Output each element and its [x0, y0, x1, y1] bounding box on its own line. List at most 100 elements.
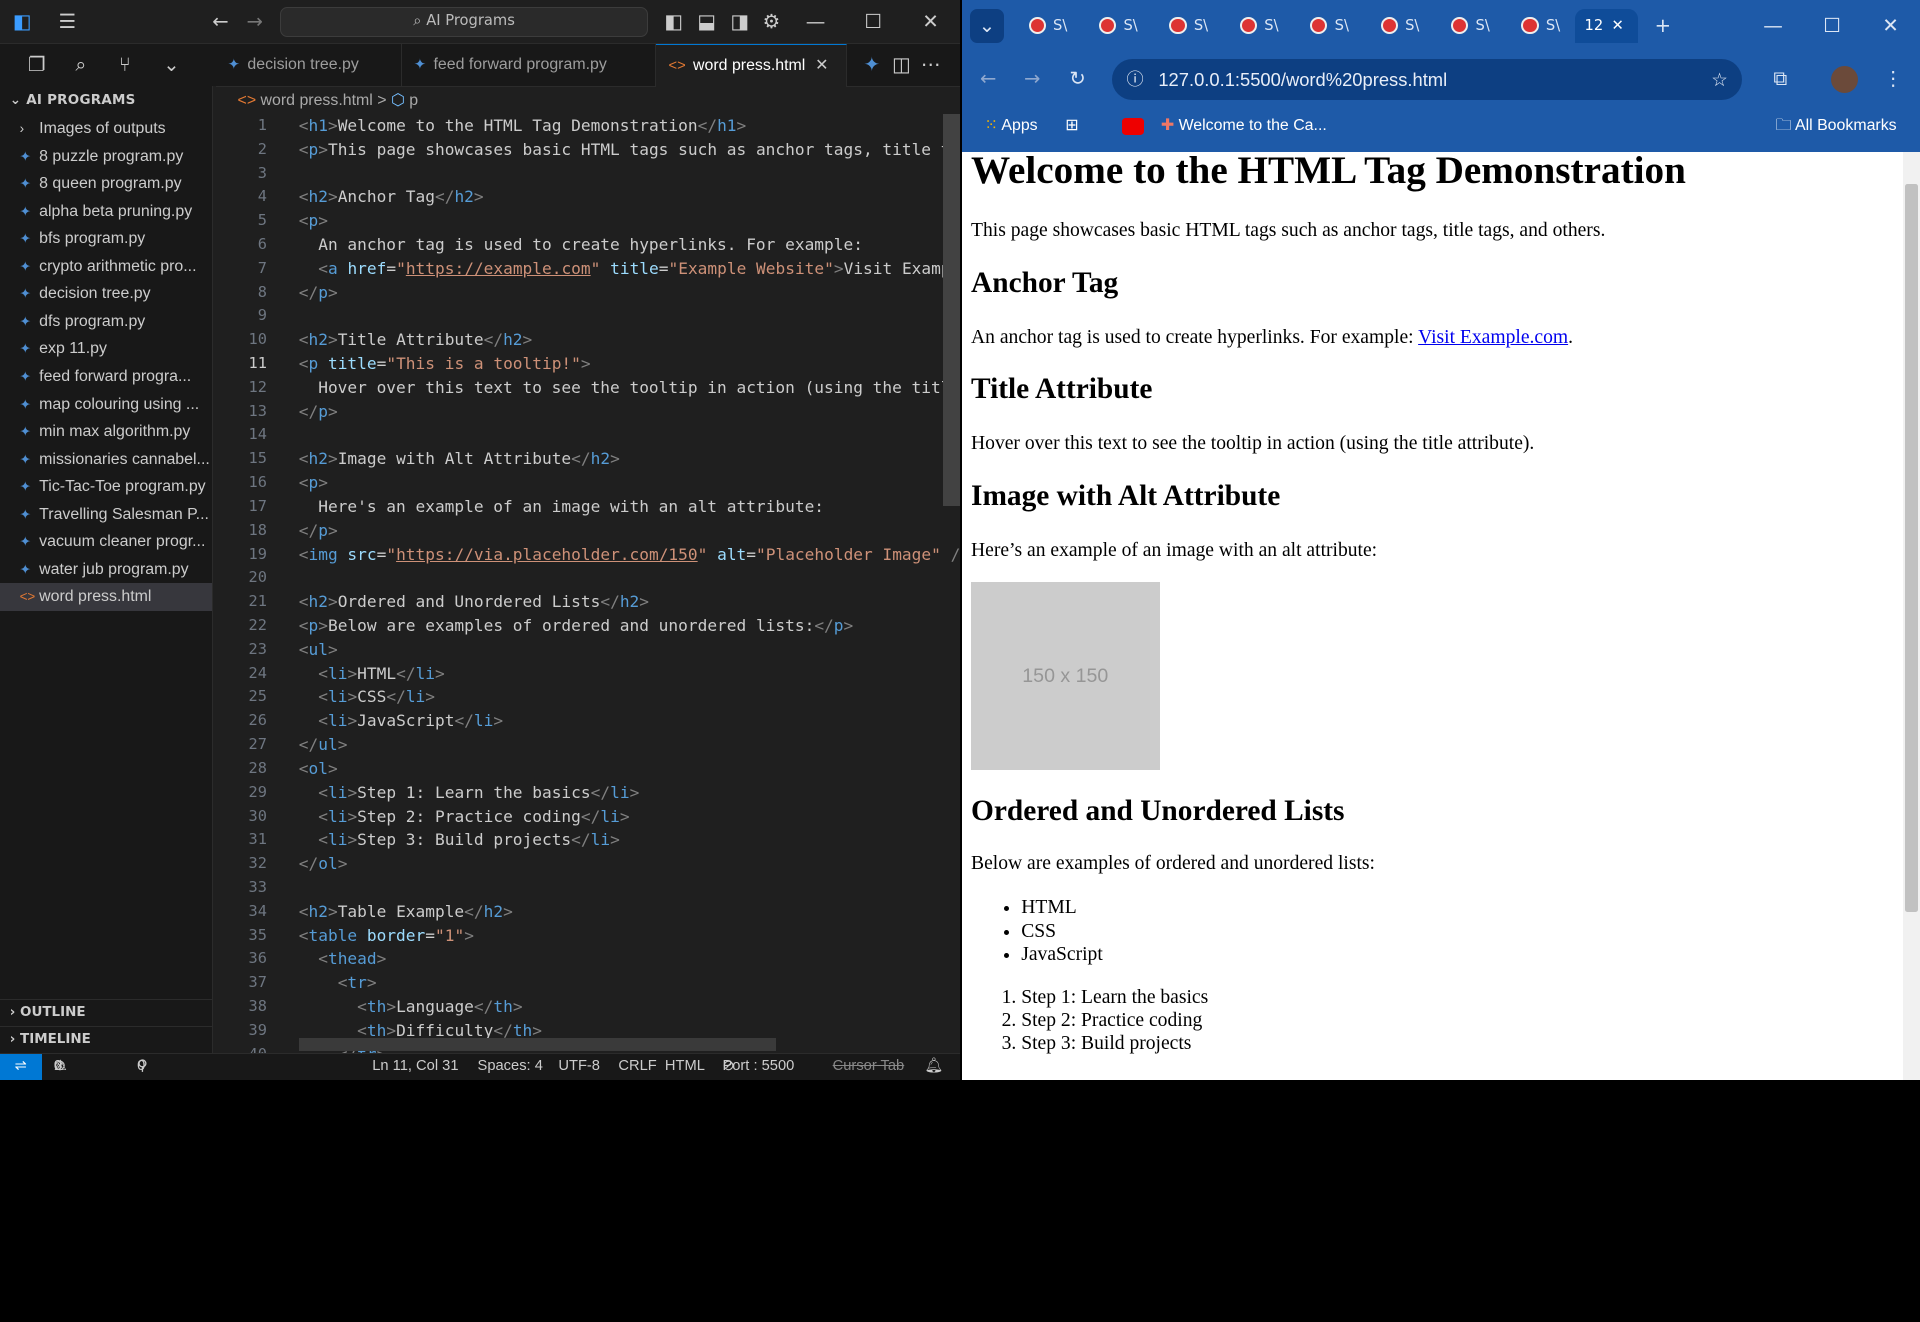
file-item[interactable]: ✦ vacuum cleaner progr... — [0, 528, 212, 556]
file-item[interactable]: ✦ decision tree.py — [0, 280, 212, 308]
extensions-icon[interactable]: ⧉ — [1763, 62, 1797, 96]
indentation[interactable]: Spaces: 4 — [478, 1054, 543, 1080]
new-tab-icon[interactable]: + — [1646, 9, 1680, 43]
folder-item[interactable]: › Images of outputs — [0, 115, 212, 143]
code-line[interactable]: <th>Language</th> — [299, 995, 522, 1019]
toggle-sidebar-icon[interactable]: ◧ — [659, 7, 688, 36]
file-item[interactable]: ✦ missionaries cannabel... — [0, 446, 212, 474]
file-item[interactable]: ✦ map colouring using ... — [0, 391, 212, 419]
youtube-icon[interactable] — [1121, 117, 1144, 135]
code-line[interactable]: <a href="https://example.com" title="Exa… — [299, 257, 960, 281]
active-browser-tab[interactable]: 12 ✕ — [1574, 8, 1639, 43]
code-line[interactable]: <tr> — [299, 971, 377, 995]
tab-search-icon[interactable]: ⌄ — [969, 8, 1005, 43]
bookmark-apps[interactable]: ⁙ Apps — [984, 115, 1037, 137]
minimize-icon[interactable]: — — [1756, 9, 1790, 43]
close-tab-icon[interactable]: ✕ — [1611, 9, 1623, 43]
browser-tab[interactable]: S\ — [1298, 9, 1364, 43]
code-line[interactable]: <ol> — [299, 757, 338, 781]
code-line[interactable]: <p>Below are examples of ordered and uno… — [299, 614, 854, 638]
toggle-panel-icon[interactable]: ⬓ — [692, 7, 721, 36]
command-search-box[interactable]: ⌕ AI Programs — [280, 7, 648, 37]
explorer-header[interactable]: ⌄ AI PROGRAMS — [0, 86, 212, 115]
outline-section[interactable]: › OUTLINE — [0, 999, 214, 1026]
tab-word-press[interactable]: <> word press.html ✕ — [656, 44, 848, 87]
forward-arrow-icon[interactable]: → — [240, 7, 269, 36]
file-item[interactable]: ✦ 8 queen program.py — [0, 170, 212, 198]
browser-tab[interactable]: S\ — [1016, 9, 1082, 43]
code-line[interactable]: </p> — [299, 281, 338, 305]
run-python-icon[interactable]: ✦ — [857, 50, 886, 79]
page-scrollbar-thumb[interactable] — [1905, 183, 1918, 913]
code-line[interactable]: <p title="This is a tooltip!"> — [299, 352, 591, 376]
close-window-icon[interactable]: ✕ — [916, 7, 945, 36]
file-item-selected[interactable]: <> word press.html — [0, 583, 213, 611]
toggle-secondary-sidebar-icon[interactable]: ◨ — [725, 7, 754, 36]
tab-feed-forward[interactable]: ✦ feed forward program.py — [402, 44, 657, 87]
explorer-icon[interactable]: ❐ — [22, 50, 51, 79]
file-item[interactable]: ✦ exp 11.py — [0, 335, 212, 363]
code-line[interactable]: <h2>Anchor Tag</h2> — [299, 185, 484, 209]
bookmark-welcome[interactable]: ✚ Welcome to the Ca... — [1161, 115, 1327, 137]
code-line[interactable]: <thead> — [299, 947, 386, 971]
code-line[interactable]: <h2>Image with Alt Attribute</h2> — [299, 447, 620, 471]
code-line[interactable]: <p> — [299, 471, 328, 495]
code-line[interactable]: <h2>Ordered and Unordered Lists</h2> — [299, 590, 649, 614]
code-line[interactable]: <li>CSS</li> — [299, 685, 435, 709]
cursor-tab[interactable]: Cursor Tab — [833, 1054, 905, 1080]
cursor-position[interactable]: Ln 11, Col 31 — [372, 1054, 458, 1080]
code-line[interactable]: <p> — [299, 209, 328, 233]
bookmark-star-icon[interactable]: ☆ — [1711, 59, 1727, 101]
forward-arrow-icon[interactable]: → — [1015, 62, 1049, 96]
breadcrumb-symbol[interactable]: p — [409, 92, 418, 109]
browser-tab[interactable]: S\ — [1368, 9, 1434, 43]
code-line[interactable]: </p> — [299, 400, 338, 424]
code-line[interactable]: An anchor tag is used to create hyperlin… — [299, 233, 863, 257]
browser-tab[interactable]: S\ — [1087, 9, 1153, 43]
code-line[interactable]: <ul> — [299, 638, 338, 662]
code-line[interactable]: <li>HTML</li> — [299, 662, 445, 686]
code-editor[interactable]: 1 <h1>Welcome to the HTML Tag Demonstrati… — [215, 113, 960, 1054]
file-item[interactable]: ✦ Travelling Salesman P... — [0, 501, 212, 529]
bell-icon[interactable]: 🔔︎ — [924, 1054, 943, 1080]
address-bar[interactable]: ⓘ 127.0.0.1:5500/word%20press.html ☆ — [1111, 58, 1743, 101]
source-control-icon[interactable]: ⑂ — [110, 50, 139, 79]
encoding[interactable]: UTF-8 — [558, 1054, 600, 1080]
code-line[interactable]: <table border="1"> — [299, 924, 474, 948]
code-line[interactable]: <li>JavaScript</li> — [299, 709, 503, 733]
line-ending[interactable]: CRLF — [618, 1054, 656, 1080]
code-line[interactable]: <li>Step 3: Build projects</li> — [299, 828, 620, 852]
breadcrumb-file[interactable]: word press.html — [261, 92, 373, 109]
code-line[interactable]: <img src="https://via.placeholder.com/15… — [299, 543, 960, 567]
settings-gear-icon[interactable]: ⚙ — [757, 7, 786, 36]
file-item[interactable]: ✦ Tic-Tac-Toe program.py — [0, 473, 212, 501]
close-tab-icon[interactable]: ✕ — [815, 57, 828, 74]
file-item[interactable]: ✦ min max algorithm.py — [0, 418, 212, 446]
code-line[interactable]: Here's an example of an image with an al… — [299, 495, 824, 519]
tab-decision-tree[interactable]: ✦ decision tree.py — [216, 44, 402, 87]
maximize-icon[interactable]: ☐ — [1815, 9, 1849, 43]
browser-tab[interactable]: S\ — [1509, 9, 1575, 43]
code-line[interactable]: </ul> — [299, 733, 348, 757]
example-link[interactable]: Visit Example.com — [1418, 327, 1568, 348]
minimize-icon[interactable]: — — [801, 7, 830, 36]
file-item[interactable]: ✦ 8 puzzle program.py — [0, 143, 212, 171]
code-line[interactable]: <li>Step 2: Practice coding</li> — [299, 805, 629, 829]
code-line[interactable]: <h1>Welcome to the HTML Tag Demonstratio… — [299, 114, 747, 138]
back-arrow-icon[interactable]: ← — [971, 62, 1005, 96]
code-line[interactable]: <h2>Title Attribute</h2> — [299, 328, 533, 352]
code-line[interactable]: </ol> — [299, 852, 348, 876]
file-item[interactable]: ✦ dfs program.py — [0, 308, 212, 336]
code-line[interactable]: <h2>Table Example</h2> — [299, 900, 513, 924]
editor-scrollbar[interactable] — [942, 113, 960, 506]
remote-indicator-icon[interactable]: ⇌ — [0, 1054, 42, 1080]
editor-horizontal-scrollbar[interactable] — [298, 1038, 777, 1051]
site-info-icon[interactable]: ⓘ — [1127, 59, 1144, 101]
file-item[interactable]: ✦ bfs program.py — [0, 225, 212, 253]
browser-tab[interactable]: S\ — [1157, 9, 1223, 43]
all-bookmarks[interactable]: 🗀︎ All Bookmarks — [1776, 115, 1897, 137]
more-actions-icon[interactable]: ⋯ — [916, 50, 945, 79]
search-view-icon[interactable]: ⌕ — [66, 50, 95, 79]
profile-avatar[interactable] — [1830, 66, 1858, 94]
file-item[interactable]: ✦ crypto arithmetic pro... — [0, 253, 212, 281]
